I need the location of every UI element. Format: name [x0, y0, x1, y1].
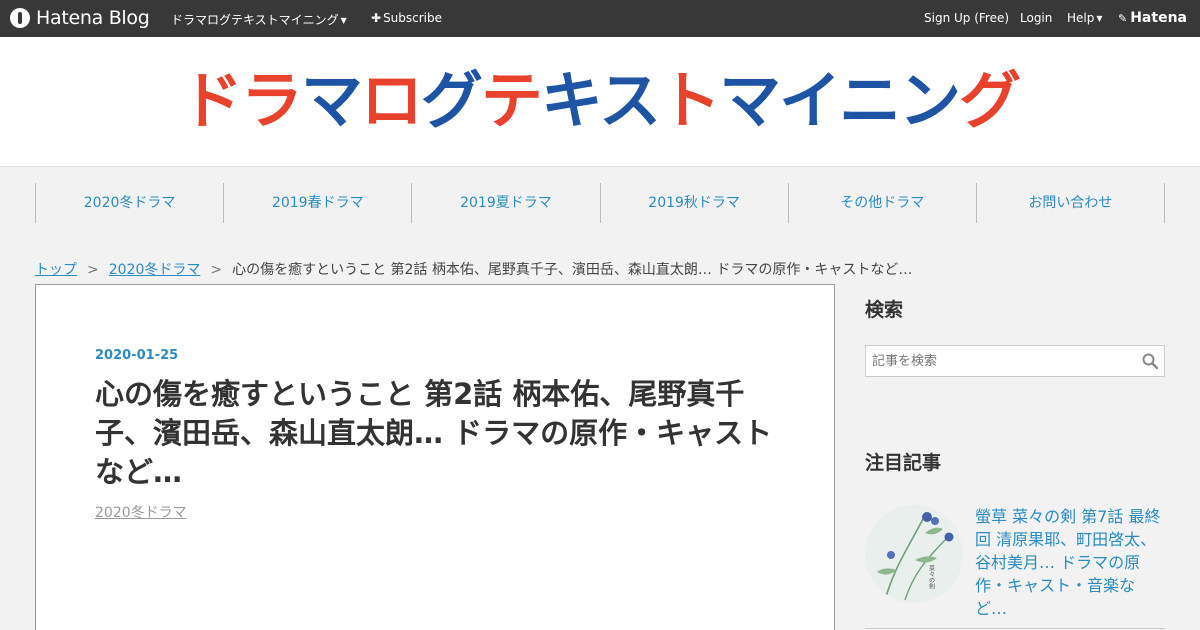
logo-char: イ [779, 64, 841, 137]
subscribe-button[interactable]: ✚ Subscribe [371, 11, 442, 25]
caret-down-icon: ▼ [340, 16, 347, 25]
help-menu[interactable]: Help ▼ [1067, 11, 1103, 25]
nav-item-2019-autumn[interactable]: 2019秋ドラマ [601, 183, 789, 223]
hatena-logo[interactable]: ✎ Hatena [1118, 10, 1187, 26]
search-icon[interactable] [1142, 353, 1158, 369]
article-date[interactable]: 2020-01-25 [95, 348, 178, 363]
breadcrumb-home[interactable]: トップ [35, 262, 77, 278]
logo-char: グ [420, 64, 483, 137]
nav-item-contact[interactable]: お問い合わせ [977, 183, 1166, 223]
subscribe-label: Subscribe [383, 11, 443, 25]
nav-item-2019-spring[interactable]: 2019春ドラマ [224, 183, 413, 223]
flower-illustration: 菜々の剣 [865, 505, 963, 603]
breadcrumb-category[interactable]: 2020冬ドラマ [109, 262, 201, 278]
logo-char: ン [899, 64, 961, 137]
blog-logo[interactable]: ドラマログテキストマイニング [0, 61, 1200, 141]
search-box [865, 345, 1165, 377]
category-nav: 2020冬ドラマ 2019春ドラマ 2019夏ドラマ 2019秋ドラマ その他ド… [35, 183, 1166, 223]
blog-menu-label: ドラマログテキストマイニング [171, 13, 339, 27]
featured-thumbnail[interactable]: 菜々の剣 [865, 505, 963, 603]
brand-label: Hatena Blog [36, 7, 150, 29]
global-header: Hatena Blog ドラマログテキストマイニング ▼ ✚ Subscribe S… [0, 0, 1200, 37]
article-card: 2020-01-25 心の傷を癒すということ 第2話 柄本佑、尾野真千子、濱田岳… [35, 284, 835, 630]
hatena-icon: ✎ [1118, 11, 1128, 25]
help-label: Help [1067, 11, 1095, 25]
logo-char: ス [599, 64, 661, 137]
logo-char: キ [540, 64, 601, 137]
logo-char: ニ [839, 64, 901, 137]
breadcrumb-separator: > [87, 262, 99, 278]
search-input[interactable] [866, 346, 1126, 376]
hatena-label: Hatena [1130, 10, 1187, 26]
logo-char: グ [959, 64, 1021, 137]
search-heading: 検索 [865, 299, 904, 321]
breadcrumb-separator: > [210, 262, 223, 278]
breadcrumb-current: 心の傷を癒すということ 第2話 柄本佑、尾野真千子、濱田岳、森山直太朗… ドラマ… [232, 262, 913, 278]
nav-item-other-drama[interactable]: その他ドラマ [789, 183, 977, 223]
article-category-link[interactable]: 2020冬ドラマ [95, 502, 187, 522]
breadcrumb: トップ >2020冬ドラマ > 心の傷を癒すということ 第2話 柄本佑、尾野真千子、濱… [35, 259, 912, 279]
hatena-blog-icon [10, 8, 30, 28]
logo-char: ロ [360, 64, 423, 137]
thumb-caption: 菜々の剣 [928, 564, 935, 590]
blog-menu[interactable]: ドラマログテキストマイニング ▼ [171, 11, 347, 28]
sidebar-divider [865, 628, 1165, 629]
logo-char: ト [659, 64, 721, 137]
login-link[interactable]: Login [1020, 11, 1052, 25]
blog-header: ドラマログテキストマイニング [0, 37, 1200, 167]
caret-down-icon: ▼ [1096, 14, 1103, 23]
nav-item-2020-winter[interactable]: 2020冬ドラマ [36, 183, 225, 223]
featured-heading: 注目記事 [865, 452, 942, 474]
nav-item-2019-summer[interactable]: 2019夏ドラマ [412, 183, 601, 223]
article-title[interactable]: 心の傷を癒すということ 第2話 柄本佑、尾野真千子、濱田岳、森山直太朗… ドラマ… [95, 375, 775, 492]
logo-char: テ [480, 64, 543, 137]
logo-char: ラ [240, 64, 303, 137]
featured-article-title[interactable]: 螢草 菜々の剣 第7話 最終回 清原果耶、町田啓太、谷村美月… ドラマの原作・キ… [975, 505, 1165, 620]
plus-icon: ✚ [371, 11, 382, 25]
hatena-blog-logo[interactable]: Hatena Blog [10, 7, 150, 29]
logo-char: ド [180, 64, 243, 137]
logo-char: マ [300, 64, 363, 137]
logo-char: マ [719, 64, 781, 137]
signup-link[interactable]: Sign Up (Free) [924, 11, 1009, 25]
